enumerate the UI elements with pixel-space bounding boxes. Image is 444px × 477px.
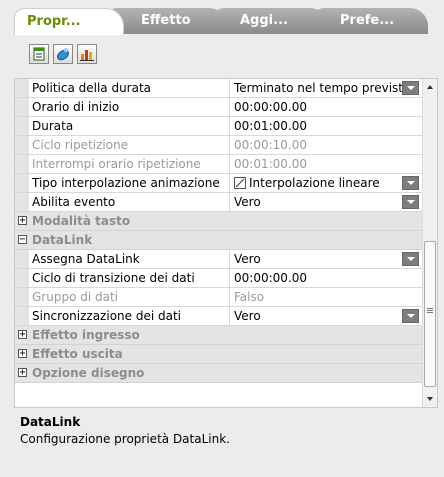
dropdown-button[interactable]	[402, 252, 419, 266]
interpolation-icon	[234, 177, 246, 189]
description-title: DataLink	[20, 415, 81, 429]
category-title: Effetto uscita	[32, 347, 123, 361]
property-value: 00:01:00.00	[229, 155, 423, 173]
paint-button[interactable]	[53, 44, 73, 64]
property-name: Sincronizzazione dei dati	[32, 309, 181, 323]
expand-icon[interactable]: +	[18, 330, 27, 340]
dropdown-button[interactable]	[402, 309, 419, 323]
property-name: Assegna DataLink	[32, 252, 140, 266]
paint-bucket-icon	[57, 48, 69, 61]
property-row: Interrompi orario ripetizione 00:01:00.00	[15, 155, 423, 174]
property-row[interactable]: Sincronizzazione dei dati Vero	[15, 307, 423, 326]
property-row[interactable]: Durata 00:01:00.00	[15, 117, 423, 136]
bar-chart-icon	[80, 50, 94, 61]
property-name: Politica della durata	[32, 81, 152, 95]
toolbar	[29, 44, 97, 66]
property-name: Gruppo di dati	[32, 290, 119, 304]
property-name: Ciclo ripetizione	[32, 138, 129, 152]
property-value[interactable]: Vero	[229, 307, 423, 325]
tab-properties[interactable]: Propr...	[14, 8, 124, 35]
tab-add[interactable]: Aggi...	[214, 8, 328, 34]
chart-button[interactable]	[77, 44, 97, 64]
scrollbar-thumb[interactable]	[424, 241, 436, 387]
property-value[interactable]: 00:00:00.00	[229, 98, 423, 116]
categorized-view-button[interactable]	[29, 44, 49, 64]
expand-icon[interactable]: +	[18, 349, 27, 359]
property-row: Gruppo di dati Falso	[15, 288, 423, 307]
description-text: Configurazione proprietà DataLink.	[20, 432, 230, 446]
category-modalita-tasto[interactable]: + Modalità tasto	[15, 212, 423, 231]
property-row[interactable]: Assegna DataLink Vero	[15, 250, 423, 269]
category-title: Opzione disegno	[32, 366, 145, 380]
tab-label: Aggi...	[240, 13, 288, 28]
tab-label: Propr...	[27, 14, 81, 29]
tab-effect[interactable]: Effetto	[107, 8, 227, 34]
property-value[interactable]: Vero	[229, 250, 423, 268]
property-row[interactable]: Politica della durata Terminato nel tempo…	[15, 79, 423, 98]
property-row: Ciclo ripetizione 00:00:10.00	[15, 136, 423, 155]
dropdown-button[interactable]	[402, 195, 419, 209]
property-value: 00:00:10.00	[229, 136, 423, 154]
property-row[interactable]: Orario di inizio 00:00:00.00	[15, 98, 423, 117]
property-row[interactable]: Ciclo di transizione dei dati 00:00:00.00	[15, 269, 423, 288]
dropdown-button[interactable]	[402, 176, 419, 190]
category-datalink[interactable]: − DataLink	[15, 231, 423, 250]
property-value[interactable]: Interpolazione lineare	[229, 174, 423, 192]
collapse-icon[interactable]: −	[18, 235, 27, 245]
expand-icon[interactable]: +	[18, 368, 27, 378]
property-value[interactable]: 00:00:00.00	[229, 269, 423, 287]
property-name: Orario di inizio	[32, 100, 120, 114]
vertical-scrollbar[interactable]	[422, 79, 437, 407]
property-name: Tipo interpolazione animazione	[32, 176, 220, 190]
expand-icon[interactable]: +	[18, 216, 27, 226]
property-name: Interrompi orario ripetizione	[32, 157, 201, 171]
property-name: Abilita evento	[32, 195, 116, 209]
property-name: Durata	[32, 119, 74, 133]
property-grid: Politica della durata Terminato nel tempo…	[14, 78, 438, 408]
description-panel: DataLink Configurazione proprietà DataLi…	[20, 414, 430, 448]
dropdown-button[interactable]	[402, 81, 419, 95]
property-value[interactable]: Terminato nel tempo previsto	[229, 79, 423, 97]
property-row[interactable]: Tipo interpolazione animazione Interpolaz…	[15, 174, 423, 193]
categorized-view-icon	[33, 47, 45, 61]
category-title: DataLink	[32, 233, 93, 247]
category-effetto-uscita[interactable]: + Effetto uscita	[15, 345, 423, 364]
property-value[interactable]: 00:01:00.00	[229, 117, 423, 135]
tab-preferences[interactable]: Prefe...	[314, 8, 428, 34]
property-row[interactable]: Abilita evento Vero	[15, 193, 423, 212]
tab-label: Effetto	[141, 13, 191, 28]
tab-bar: Prefe... Aggi... Effetto Propr...	[14, 8, 428, 35]
tab-label: Prefe...	[340, 13, 395, 28]
category-effetto-ingresso[interactable]: + Effetto ingresso	[15, 326, 423, 345]
category-title: Modalità tasto	[32, 214, 131, 228]
property-value: Falso	[229, 288, 423, 306]
grip-icon	[427, 308, 433, 309]
scroll-up-icon[interactable]	[423, 79, 437, 95]
property-name: Ciclo di transizione dei dati	[32, 271, 195, 285]
category-opzione-disegno[interactable]: + Opzione disegno	[15, 364, 423, 383]
property-value[interactable]: Vero	[229, 193, 423, 211]
scroll-down-icon[interactable]	[423, 391, 437, 407]
category-title: Effetto ingresso	[32, 328, 140, 342]
